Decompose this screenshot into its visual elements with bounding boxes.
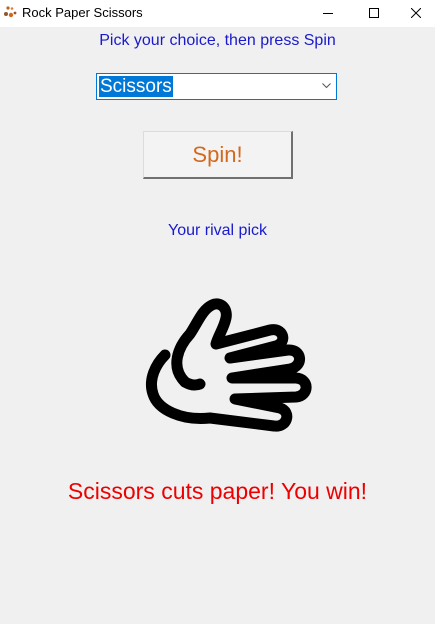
maximize-icon bbox=[369, 8, 379, 18]
result-message: Scissors cuts paper! You win! bbox=[67, 478, 368, 504]
title-bar[interactable]: Rock Paper Scissors bbox=[0, 0, 435, 27]
spin-button[interactable]: Spin! bbox=[143, 131, 293, 179]
paper-hand-icon bbox=[146, 298, 312, 432]
chevron-down-icon[interactable] bbox=[322, 83, 331, 89]
window-title: Rock Paper Scissors bbox=[22, 5, 143, 20]
rock-paper-scissors-app-icon bbox=[4, 6, 17, 18]
maximize-button[interactable] bbox=[351, 0, 397, 26]
close-icon bbox=[411, 8, 421, 18]
choice-dropdown[interactable]: Scissors bbox=[96, 73, 337, 100]
minimize-button[interactable] bbox=[305, 0, 351, 26]
instruction-label: Pick your choice, then press Spin bbox=[99, 32, 336, 49]
choice-dropdown-value: Scissors bbox=[99, 76, 173, 97]
rival-pick-label: Your rival pick bbox=[167, 222, 267, 239]
close-button[interactable] bbox=[397, 0, 435, 26]
minimize-icon bbox=[323, 13, 333, 14]
